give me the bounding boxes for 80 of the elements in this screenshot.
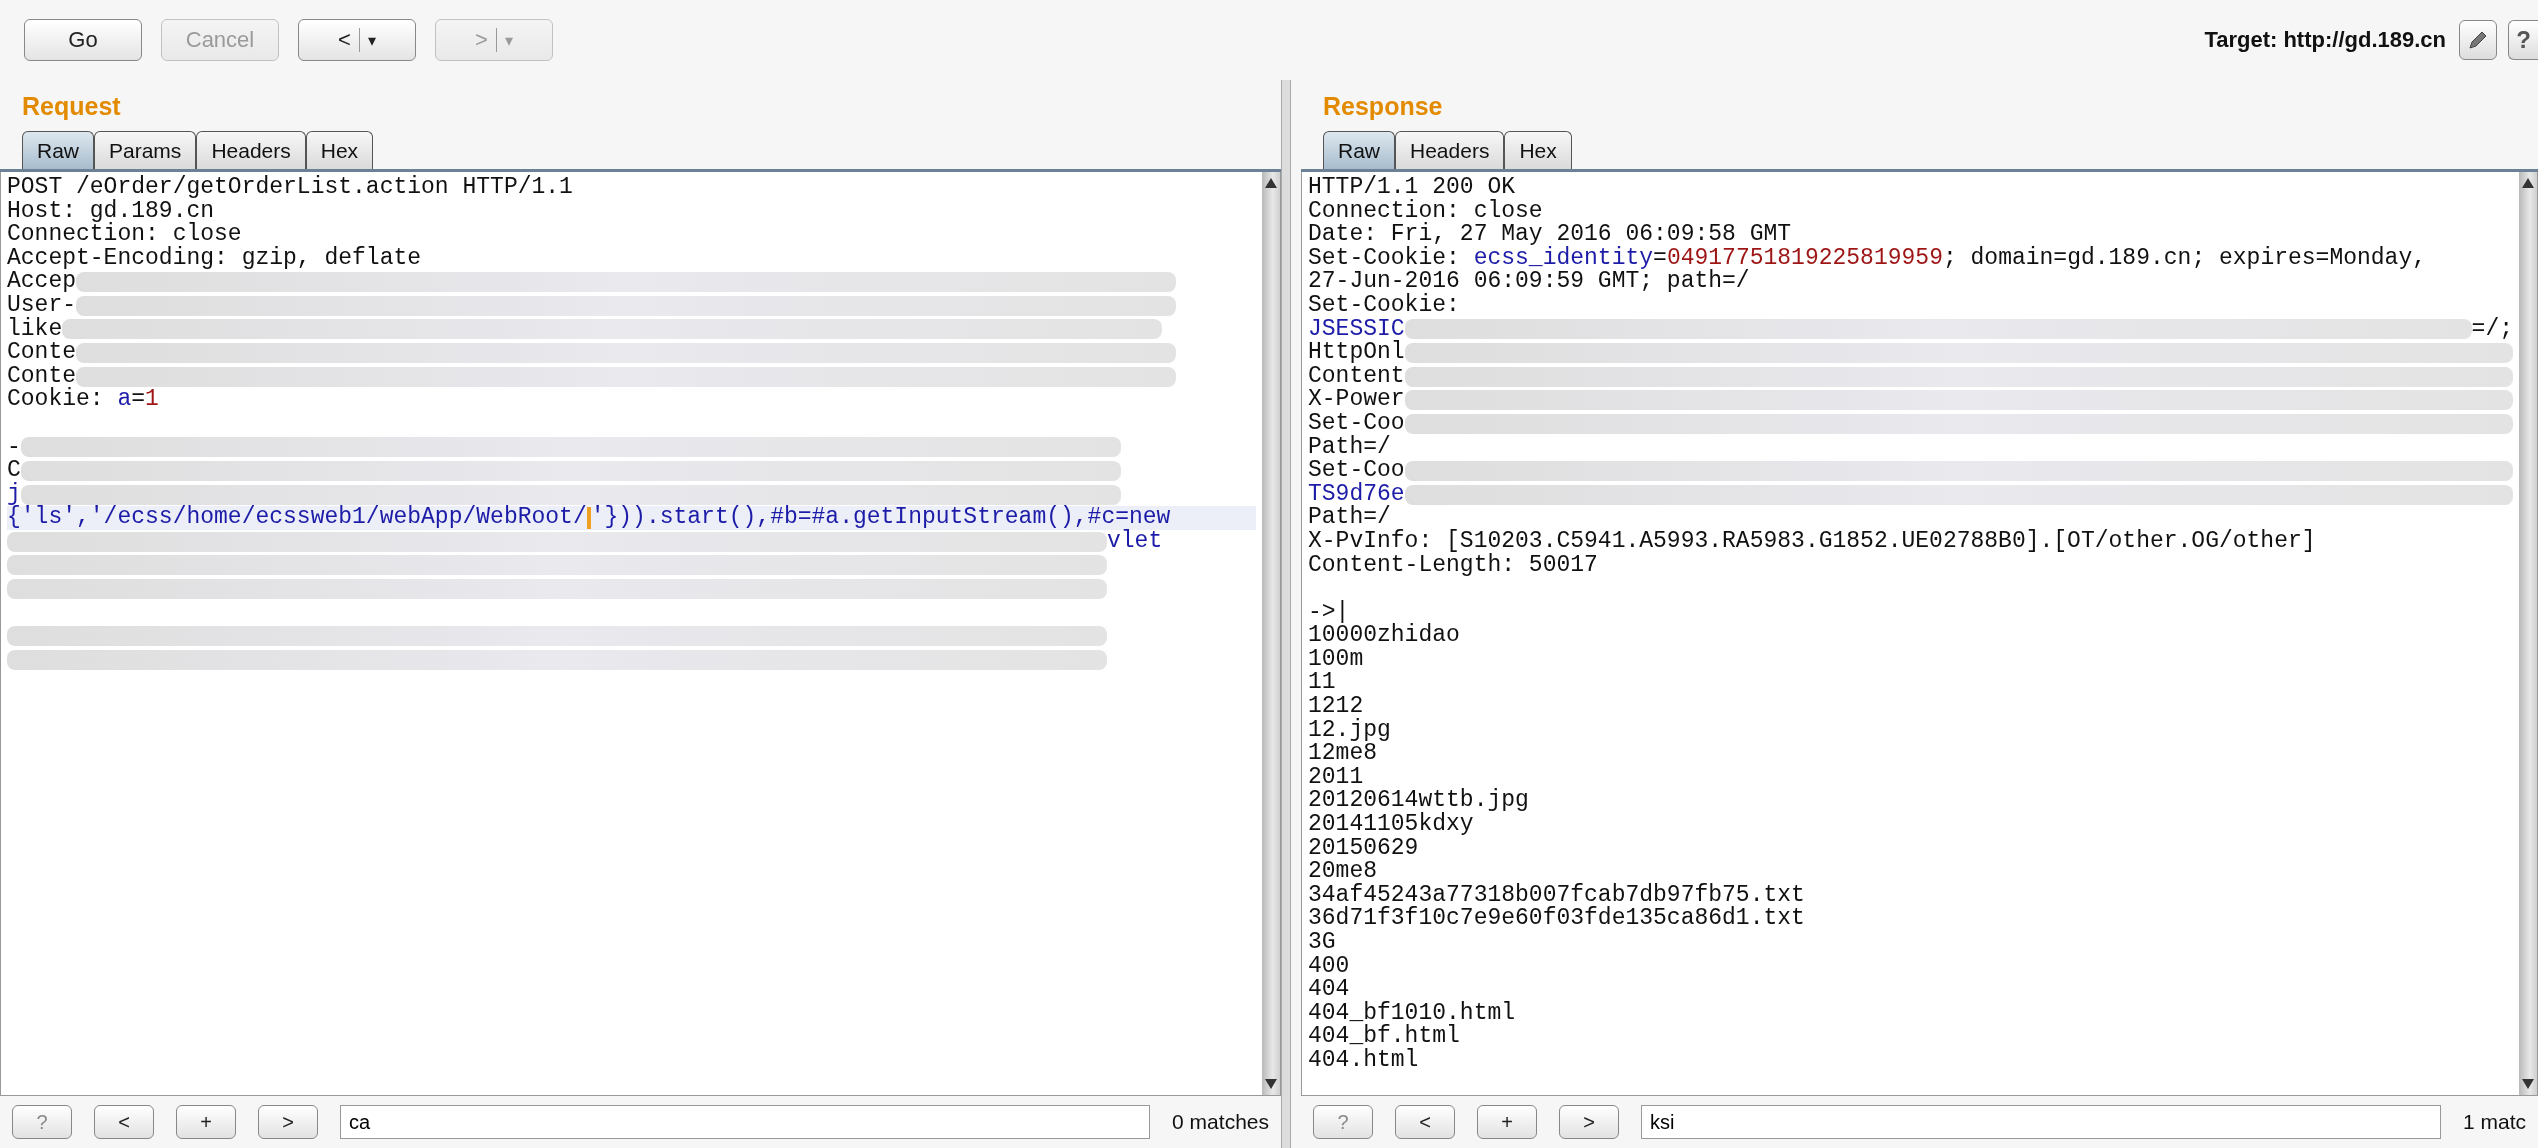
code-line: 404_bf.html [1308, 1025, 1460, 1049]
previous-button[interactable]: < [94, 1105, 154, 1139]
code-line: 3G [1308, 931, 1336, 955]
code-line: vlet [1107, 529, 1163, 554]
code-line: 20120614wttb.jpg [1308, 789, 1529, 814]
code-line: 2011 [1308, 765, 1364, 790]
next-button[interactable]: > [258, 1105, 318, 1139]
edit-target-button[interactable] [2459, 20, 2497, 60]
code-line: 1212 [1308, 695, 1364, 719]
search-field[interactable]: ksi [1641, 1105, 2441, 1139]
code-line: Accept-Encoding: gzip, deflate [7, 246, 422, 271]
code-line: C [7, 459, 21, 483]
code-line: - [7, 435, 21, 460]
match-count: 0 matches [1172, 1110, 1269, 1134]
code-line: Content-Length: 50017 [1308, 553, 1598, 578]
code-line: 12.jpg [1308, 718, 1391, 743]
add-button[interactable]: + [1477, 1105, 1537, 1139]
panel-title: Request [21, 91, 122, 122]
up-arrow-icon[interactable] [1265, 178, 1277, 188]
tab[interactable]: Headers [196, 131, 306, 169]
add-button[interactable]: + [176, 1105, 236, 1139]
match-count: 1 matc [2462, 1110, 2526, 1134]
previous-button[interactable]: < [1395, 1105, 1455, 1139]
code-line: =/; [2471, 317, 2513, 342]
text-cursor [586, 507, 591, 530]
next-button[interactable]: > [1559, 1105, 1619, 1139]
code-line: {'ls','/ecss/home/ecssweb1/webApp/WebRoot/ [7, 506, 587, 530]
help-button[interactable]: ? [2508, 20, 2538, 60]
code-line: Cookie: a=1 [7, 388, 159, 412]
tab[interactable]: Raw [22, 131, 94, 169]
toolbar-button[interactable]: Go [24, 19, 142, 61]
code-line: 404.html [1308, 1048, 1419, 1073]
code-line: Date: Fri, 27 May 2016 06:09:58 GMT [1308, 223, 1792, 247]
code-line: like [7, 317, 63, 342]
code-line: 100m [1308, 647, 1364, 672]
tab[interactable]: Params [94, 131, 197, 169]
code-line: Path=/ [1308, 506, 1391, 530]
code-line: '})).start(),#b=#a.getInputStream(),#c=new [590, 506, 1171, 530]
message-editor[interactable] [1301, 172, 2538, 1096]
code-line: 20me8 [1308, 860, 1377, 884]
code-line: 400 [1308, 954, 1350, 979]
code-line: Conte [7, 341, 76, 365]
code-line: User- [7, 293, 76, 318]
code-line: 12me8 [1308, 742, 1377, 766]
vertical-scrollbar[interactable] [1262, 172, 1280, 1095]
code-line: 36d71f3f10c7e9e60f03fde135ca86d1.txt [1308, 907, 1805, 931]
code-line: Content [1308, 364, 1405, 389]
code-line: 11 [1308, 671, 1336, 696]
code-line: 20150629 [1308, 836, 1419, 861]
code-line: Path=/ [1308, 435, 1391, 460]
code-line: 10000zhidao [1308, 624, 1460, 648]
down-arrow-icon[interactable] [2522, 1079, 2534, 1089]
code-line: Host: gd.189.cn [7, 199, 215, 224]
tab[interactable]: Raw [1323, 131, 1395, 169]
code-line: j [7, 482, 21, 507]
code-line: Accep [7, 270, 76, 294]
panel-title: Response [1322, 91, 1444, 122]
target-label: Target: http://gd.189.cn [2204, 27, 2446, 53]
up-arrow-icon[interactable] [2522, 178, 2534, 188]
tab[interactable]: Hex [1504, 131, 1572, 169]
code-line: Set-Coo [1308, 459, 1405, 483]
code-line: Set-Cookie: [1308, 293, 1460, 318]
tab[interactable]: Headers [1395, 131, 1505, 169]
code-line: Set-Coo [1308, 411, 1405, 436]
code-line: X-Power [1308, 388, 1405, 412]
tab[interactable]: Hex [305, 131, 374, 169]
code-line: 404 [1308, 978, 1350, 1002]
down-arrow-icon[interactable] [1265, 1079, 1277, 1089]
pencil-icon [2467, 29, 2489, 51]
code-line: 27-Jun-2016 06:09:59 GMT; path=/ [1308, 270, 1750, 294]
search-field[interactable]: ca [340, 1105, 1151, 1139]
code-line: ->| [1308, 600, 1350, 625]
code-line: 20141105kdxy [1308, 813, 1474, 837]
code-line: POST /eOrder/getOrderList.action HTTP/1.1 [7, 176, 573, 200]
code-line: X-PvInfo: [S10203.C5941.A5993.RA5983.G1852.UE02788B0].[OT/other.OG/other] [1308, 529, 2316, 554]
code-line: HttpOnl [1308, 341, 1405, 365]
code-line: HTTP/1.1 200 OK [1308, 176, 1516, 200]
toolbar-button[interactable]: < ▾ [298, 19, 416, 61]
code-line: Connection: close [7, 223, 242, 247]
vertical-scrollbar[interactable] [2519, 172, 2537, 1095]
